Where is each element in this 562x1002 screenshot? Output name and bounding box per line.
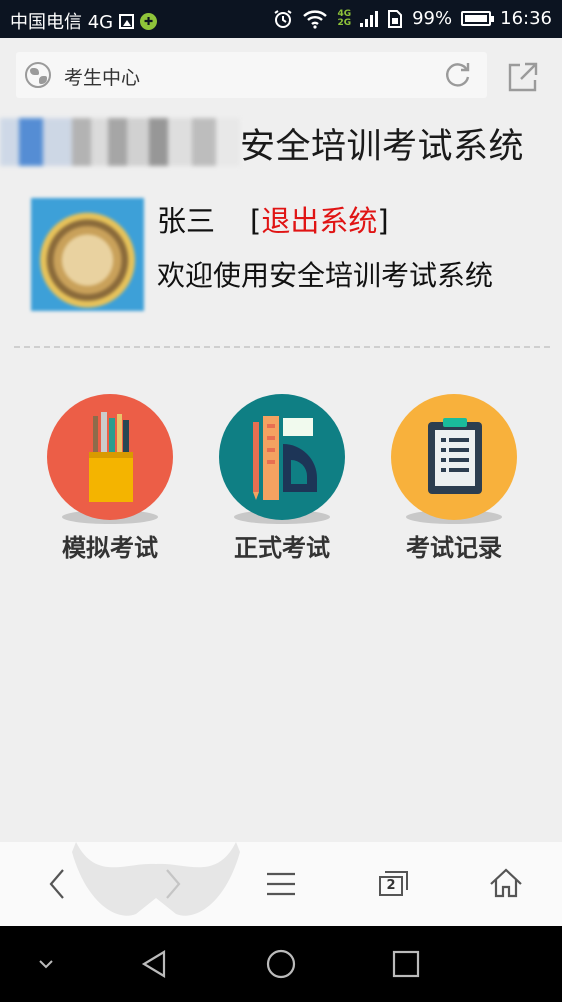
- menu-label: 正式考试: [234, 534, 330, 562]
- reload-icon[interactable]: [443, 60, 473, 90]
- bracket-open: [: [250, 204, 262, 238]
- divider: [14, 346, 550, 348]
- app-notification-icon: ✚: [140, 12, 158, 30]
- site-header: 安全培训考试系统: [0, 114, 562, 172]
- forward-icon[interactable]: [148, 862, 194, 906]
- url-field[interactable]: 考生中心: [16, 52, 487, 98]
- collapse-icon[interactable]: [26, 944, 66, 984]
- page-title: 考生中心: [64, 67, 141, 89]
- pencil-cup-icon: [47, 394, 173, 520]
- menu-label: 模拟考试: [62, 534, 158, 562]
- logout-link[interactable]: 退出系统: [261, 204, 377, 238]
- globe-icon: [25, 62, 51, 88]
- status-bar: 中国电信 4G ✚ 4G 2G 99% 16:36: [0, 0, 562, 38]
- tab-count: 2: [386, 878, 396, 893]
- browser-toolbar: 2: [0, 842, 562, 926]
- avatar: [31, 198, 144, 311]
- alarm-icon: [274, 9, 293, 28]
- clock: 16:36: [500, 8, 552, 29]
- user-name: 张三: [157, 204, 216, 238]
- menu-label: 考试记录: [406, 534, 502, 562]
- wifi-icon: [303, 9, 328, 29]
- sim-icon: [388, 9, 403, 28]
- system-title: 安全培训考试系统: [240, 127, 525, 167]
- logout-wrapper: [退出系统]: [250, 198, 389, 240]
- bracket-close: ]: [377, 204, 389, 238]
- nav-back-icon[interactable]: [136, 944, 176, 984]
- back-icon[interactable]: [36, 862, 82, 906]
- menu-icon[interactable]: [258, 862, 304, 906]
- nav-home-icon[interactable]: [261, 944, 301, 984]
- home-icon[interactable]: [483, 862, 529, 906]
- battery-percent: 99%: [412, 8, 453, 29]
- menu-mock-exam[interactable]: 模拟考试: [35, 392, 185, 568]
- carrier-label: 中国电信 4G: [10, 12, 114, 33]
- menu-exam-records[interactable]: 考试记录: [379, 392, 529, 568]
- clipboard-icon: [391, 394, 517, 520]
- welcome-text: 欢迎使用安全培训考试系统: [157, 259, 494, 292]
- nav-recents-icon[interactable]: [386, 944, 426, 984]
- network-type-icon: 4G 2G: [337, 8, 352, 28]
- browser-address-bar: 考生中心: [0, 38, 562, 114]
- share-icon[interactable]: [506, 60, 540, 94]
- battery-icon: [461, 11, 495, 26]
- tabs-button[interactable]: 2: [370, 862, 416, 906]
- ruler-protractor-icon: [219, 394, 345, 520]
- image-notification-icon: [119, 13, 135, 29]
- signal-icon: [360, 10, 379, 27]
- site-logo: [0, 118, 240, 166]
- system-nav-bar: [0, 926, 562, 1002]
- menu-formal-exam[interactable]: 正式考试: [207, 392, 357, 568]
